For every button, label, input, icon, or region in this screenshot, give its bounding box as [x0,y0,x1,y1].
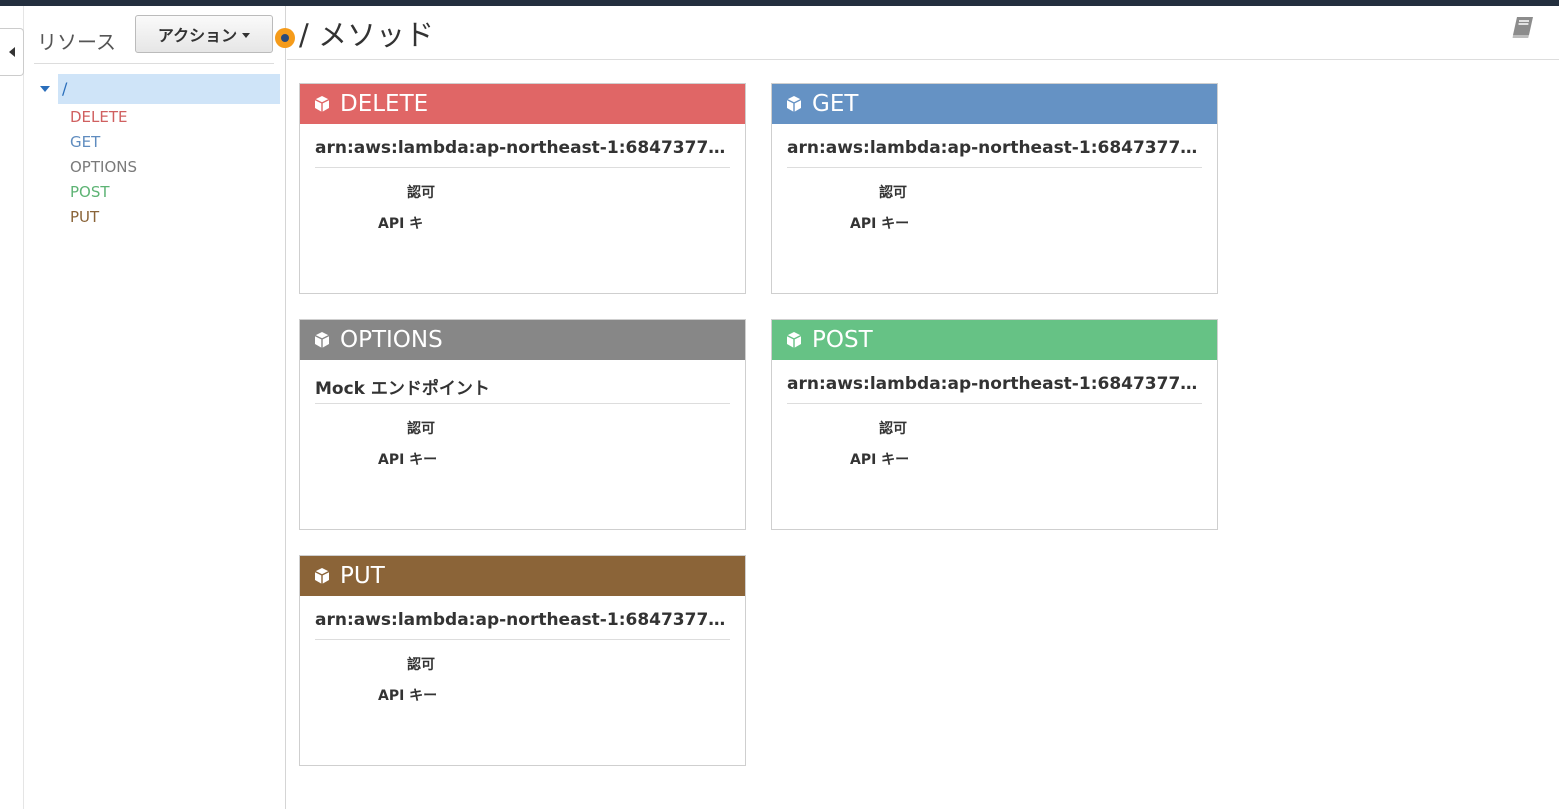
card-auth-label: 認可 [407,185,435,201]
actions-dropdown-button[interactable]: アクション [135,15,273,53]
card-endpoint[interactable]: arn:aws:lambda:ap-northeast-1:6847377603… [315,610,730,630]
card-endpoint[interactable]: arn:aws:lambda:ap-northeast-1:6847377603… [787,374,1202,394]
cube-icon [786,96,802,112]
card-auth-label: 認可 [879,185,907,201]
divider [34,63,274,64]
card-divider [315,403,730,404]
card-api-key-label: API キー [850,452,910,468]
card-method-label: DELETE [340,91,429,117]
method-card-get[interactable]: GET arn:aws:lambda:ap-northeast-1:684737… [771,83,1218,294]
card-api-key-label: API キー [378,452,438,468]
tree-expand-icon[interactable] [40,86,50,92]
card-api-key-label: API キー [850,216,910,232]
card-header[interactable]: GET [772,84,1217,124]
header-divider [287,59,1559,60]
card-endpoint[interactable]: arn:aws:lambda:ap-northeast-1:6847377603… [787,138,1202,158]
card-method-label: PUT [340,563,385,589]
caret-left-icon [8,47,15,57]
cube-icon [314,568,330,584]
card-header[interactable]: POST [772,320,1217,360]
tree-method-get[interactable]: GET [70,133,100,151]
method-card-put[interactable]: PUT arn:aws:lambda:ap-northeast-1:684737… [299,555,746,766]
card-header[interactable]: DELETE [300,84,745,124]
card-auth-label: 認可 [407,421,435,437]
caret-down-icon [242,32,251,38]
cube-icon [786,332,802,348]
card-api-key-label: API キー [378,688,438,704]
resources-title: リソース [37,30,116,54]
card-endpoint[interactable]: Mock エンドポイント [315,374,730,399]
method-card-post[interactable]: POST arn:aws:lambda:ap-northeast-1:68473… [771,319,1218,530]
card-method-label: GET [812,91,859,117]
card-method-label: POST [812,327,873,353]
tree-method-post[interactable]: POST [70,183,110,201]
method-card-options[interactable]: OPTIONS Mock エンドポイント 認可 API キー [299,319,746,530]
card-header[interactable]: PUT [300,556,745,596]
card-divider [315,639,730,640]
page-title: / メソッド [299,18,434,52]
cube-icon [314,96,330,112]
card-api-key-label: API キ [378,216,424,232]
tree-item-root[interactable]: / [58,74,280,104]
card-divider [315,167,730,168]
collapse-panel-button[interactable] [0,28,24,76]
method-card-delete[interactable]: DELETE arn:aws:lambda:ap-northeast-1:684… [299,83,746,294]
card-header[interactable]: OPTIONS [300,320,745,360]
book-icon[interactable] [1510,14,1536,40]
tree-root-label: / [62,79,68,98]
tree-method-put[interactable]: PUT [70,208,99,226]
card-divider [787,403,1202,404]
card-method-label: OPTIONS [340,327,443,353]
card-endpoint[interactable]: arn:aws:lambda:ap-northeast-1:6847377603… [315,138,730,158]
actions-button-label: アクション [157,26,238,45]
cube-icon [314,332,330,348]
card-auth-label: 認可 [407,657,435,673]
resize-handle-icon[interactable] [275,28,295,48]
tree-method-options[interactable]: OPTIONS [70,158,137,176]
tree-method-delete[interactable]: DELETE [70,108,128,126]
card-auth-label: 認可 [879,421,907,437]
card-divider [787,167,1202,168]
resources-panel: リソース アクション / DELETE GET OPTIONS POST PUT [24,6,286,809]
